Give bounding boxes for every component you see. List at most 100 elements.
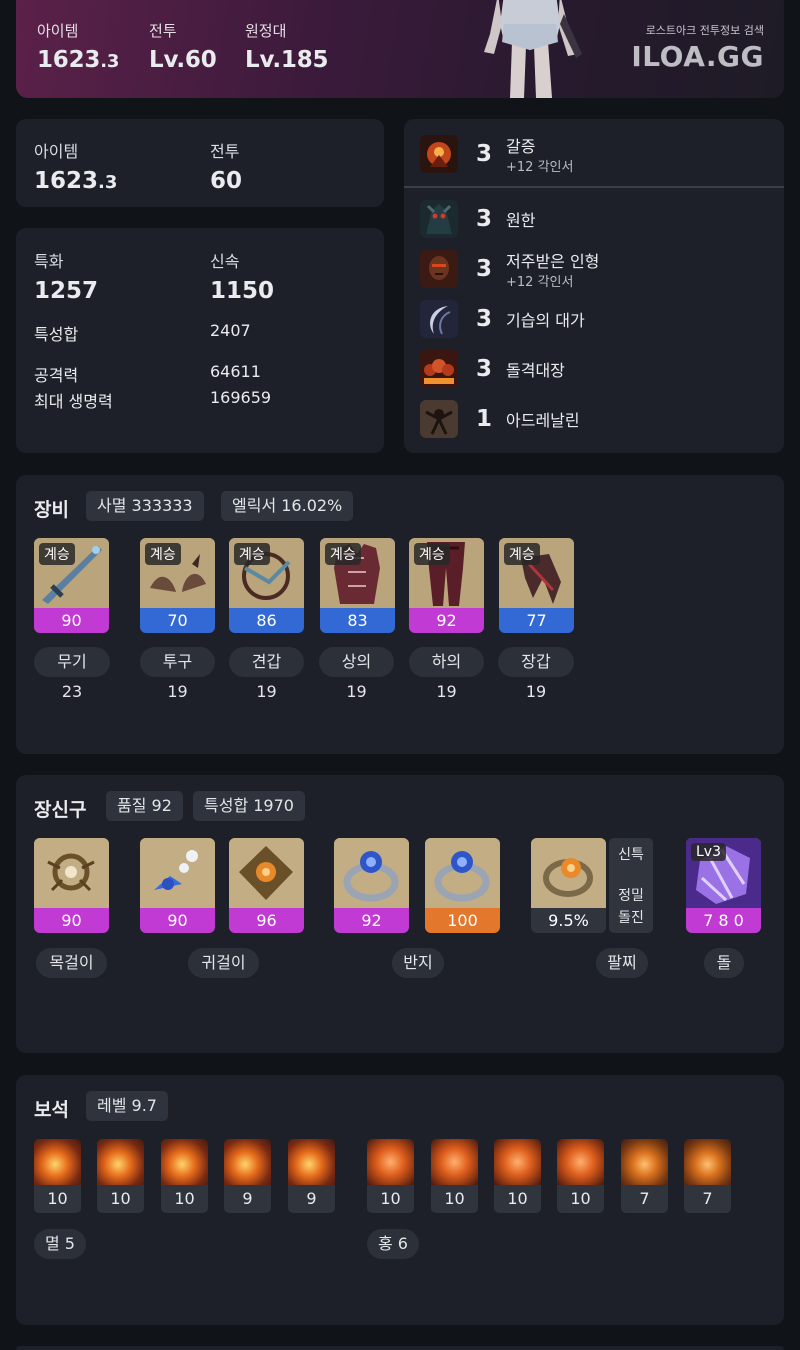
banner-expedition-level: 원정대 Lv.185 — [245, 22, 329, 73]
equipment-label: 하의 19 — [409, 647, 484, 701]
quality-bar: 90 — [34, 608, 109, 633]
quality-pill: 품질 92 — [106, 791, 183, 821]
quality-bar: 70 — [140, 608, 215, 633]
annihilation-gem[interactable]: 9 — [288, 1139, 335, 1213]
equipment-item-weapon[interactable]: 계승 90 — [34, 538, 109, 633]
quality-bar: 92 — [409, 608, 484, 633]
equipment-label: 상의 19 — [319, 647, 394, 701]
banner-combat-level: 전투 Lv.60 — [149, 22, 217, 73]
crimson-gem-icon — [367, 1139, 414, 1185]
brand: 로스트아크 전투정보 검색 ILOA.GG — [631, 24, 764, 73]
section-title: 보석 — [34, 1099, 69, 1121]
annihilation-gem[interactable]: 10 — [34, 1139, 81, 1213]
crimson-gem[interactable]: 10 — [367, 1139, 414, 1213]
thirst-engraving-icon — [420, 135, 458, 173]
equipment-label: 무기 23 — [34, 647, 110, 701]
annihilation-gem-icon — [34, 1139, 81, 1185]
annihilation-gem-count: 멸 5 — [34, 1229, 86, 1259]
necklace-icon — [34, 838, 109, 908]
crimson-gem[interactable]: 7 — [684, 1139, 731, 1213]
grudge-engraving-icon — [420, 200, 458, 238]
crimson-gem-icon — [621, 1139, 668, 1185]
earring-icon — [140, 838, 215, 908]
equipment-item-chest[interactable]: 계승 83 — [320, 538, 395, 633]
crimson-gem[interactable]: 10 — [494, 1139, 541, 1213]
accessory-bracelet[interactable]: 9.5% — [531, 838, 606, 933]
equipment-label: 견갑 19 — [229, 647, 304, 701]
divider — [404, 186, 784, 188]
engraving-row[interactable]: 1 아드레날린 — [420, 399, 580, 439]
quality-bar: 7 8 0 — [686, 908, 761, 933]
banner-item-level: 아이템 1623.3 — [37, 22, 120, 73]
quality-bar: 92 — [334, 908, 409, 933]
accessory-necklace[interactable]: 90 — [34, 838, 109, 933]
crimson-gem-icon — [557, 1139, 604, 1185]
character-portrait — [484, 0, 582, 98]
gem-level-pill: 레벨 9.7 — [86, 1091, 168, 1121]
accessory-earring-2[interactable]: 96 — [229, 838, 304, 933]
annihilation-gem-icon — [224, 1139, 271, 1185]
accessory-ring-2[interactable]: 100 — [425, 838, 500, 933]
quality-bar: 90 — [140, 908, 215, 933]
equipment-label: 투구 19 — [140, 647, 215, 701]
equipment-item-shoulder[interactable]: 계승 86 — [229, 538, 304, 633]
engraving-row[interactable]: 3 갈증 +12 각인서 — [420, 134, 573, 175]
equipment-card: 장비 사멸 333333 엘릭서 16.02% 계승 90 계승 70 계승 8… — [16, 475, 784, 754]
equipment-label: 장갑 19 — [498, 647, 574, 701]
section-title: 장신구 — [34, 799, 87, 821]
engraving-row[interactable]: 3 돌격대장 — [420, 349, 565, 389]
quality-bar: 77 — [499, 608, 574, 633]
accessory-ring-1[interactable]: 92 — [334, 838, 409, 933]
engravings-card: 3 갈증 +12 각인서 3 원한 3 저주받은 인형 +12 각인서 3 기습… — [404, 119, 784, 453]
crimson-gem[interactable]: 7 — [621, 1139, 668, 1213]
quality-bar: 9.5% — [531, 908, 606, 933]
equipment-item-gloves[interactable]: 계승 77 — [499, 538, 574, 633]
annihilation-gem[interactable]: 10 — [97, 1139, 144, 1213]
accessory-label-bracelet: 팔찌 — [596, 948, 648, 978]
crimson-gem[interactable]: 10 — [557, 1139, 604, 1213]
levels-card: 아이템 1623.3 전투 60 — [16, 119, 384, 207]
quality-bar: 100 — [425, 908, 500, 933]
engraving-row[interactable]: 3 저주받은 인형 +12 각인서 — [420, 249, 599, 290]
engraving-row[interactable]: 3 원한 — [420, 199, 535, 239]
stat-sum-pill: 특성합 1970 — [193, 791, 305, 821]
elixir-pill: 엘릭서 16.02% — [221, 491, 354, 521]
earring-icon — [229, 838, 304, 908]
quality-bar: 86 — [229, 608, 304, 633]
ring-icon — [425, 838, 500, 908]
gems-card: 보석 레벨 9.7 10 10 10 9 9 10 10 10 10 7 7 멸… — [16, 1075, 784, 1325]
quality-bar: 90 — [34, 908, 109, 933]
crimson-gem-icon — [494, 1139, 541, 1185]
brand-logo[interactable]: ILOA.GG — [631, 40, 764, 73]
quality-bar: 96 — [229, 908, 304, 933]
cursed-doll-engraving-icon — [420, 250, 458, 288]
annihilation-gem-icon — [97, 1139, 144, 1185]
accessory-label-necklace: 목걸이 — [36, 948, 107, 978]
equipment-item-pants[interactable]: 계승 92 — [409, 538, 484, 633]
crimson-gem-count: 홍 6 — [367, 1229, 419, 1259]
annihilation-gem[interactable]: 10 — [161, 1139, 208, 1213]
crimson-gem-icon — [684, 1139, 731, 1185]
ring-icon — [334, 838, 409, 908]
bracelet-effects: 신특 정밀 돌진 — [609, 838, 653, 933]
crimson-gem[interactable]: 10 — [431, 1139, 478, 1213]
accessory-label-stone: 돌 — [704, 948, 744, 978]
quality-bar: 83 — [320, 608, 395, 633]
crimson-gem-icon — [431, 1139, 478, 1185]
ability-stone[interactable]: Lv3 7 8 0 — [686, 838, 761, 933]
next-card-edge — [16, 1346, 784, 1350]
character-banner: 아이템 1623.3 전투 Lv.60 원정대 Lv.185 로스트아크 전투정… — [16, 0, 784, 98]
bracelet-icon — [531, 838, 606, 908]
engraving-row[interactable]: 3 기습의 대가 — [420, 299, 585, 339]
annihilation-gem-icon — [288, 1139, 335, 1185]
accessories-card: 장신구 품질 92 특성합 1970 90 90 96 92 100 9.5% … — [16, 775, 784, 1053]
accessory-label-earring: 귀걸이 — [188, 948, 259, 978]
raid-captain-engraving-icon — [420, 350, 458, 388]
ambush-master-engraving-icon — [420, 300, 458, 338]
annihilation-gem[interactable]: 9 — [224, 1139, 271, 1213]
set-effect-pill: 사멸 333333 — [86, 491, 204, 521]
adrenaline-engraving-icon — [420, 400, 458, 438]
equipment-item-helmet[interactable]: 계승 70 — [140, 538, 215, 633]
accessory-earring-1[interactable]: 90 — [140, 838, 215, 933]
accessory-label-ring: 반지 — [392, 948, 444, 978]
